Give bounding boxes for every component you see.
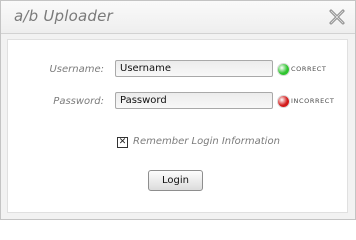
username-label: Username: <box>49 64 104 75</box>
login-button[interactable]: Login <box>148 170 203 191</box>
remember-label: Remember Login Information <box>133 136 280 147</box>
password-input[interactable] <box>115 92 273 109</box>
remember-checkbox[interactable]: ✕ <box>117 137 128 148</box>
password-status-text: INCORRECT <box>291 97 335 105</box>
red-dot-icon <box>278 96 289 107</box>
close-icon[interactable] <box>327 7 347 27</box>
green-dot-icon <box>278 64 289 75</box>
username-input[interactable] <box>115 60 273 77</box>
title-bar: a/b Uploader <box>1 1 355 34</box>
username-status-text: CORRECT <box>291 65 327 73</box>
password-label: Password: <box>53 96 104 107</box>
window-title: a/b Uploader <box>14 7 113 25</box>
